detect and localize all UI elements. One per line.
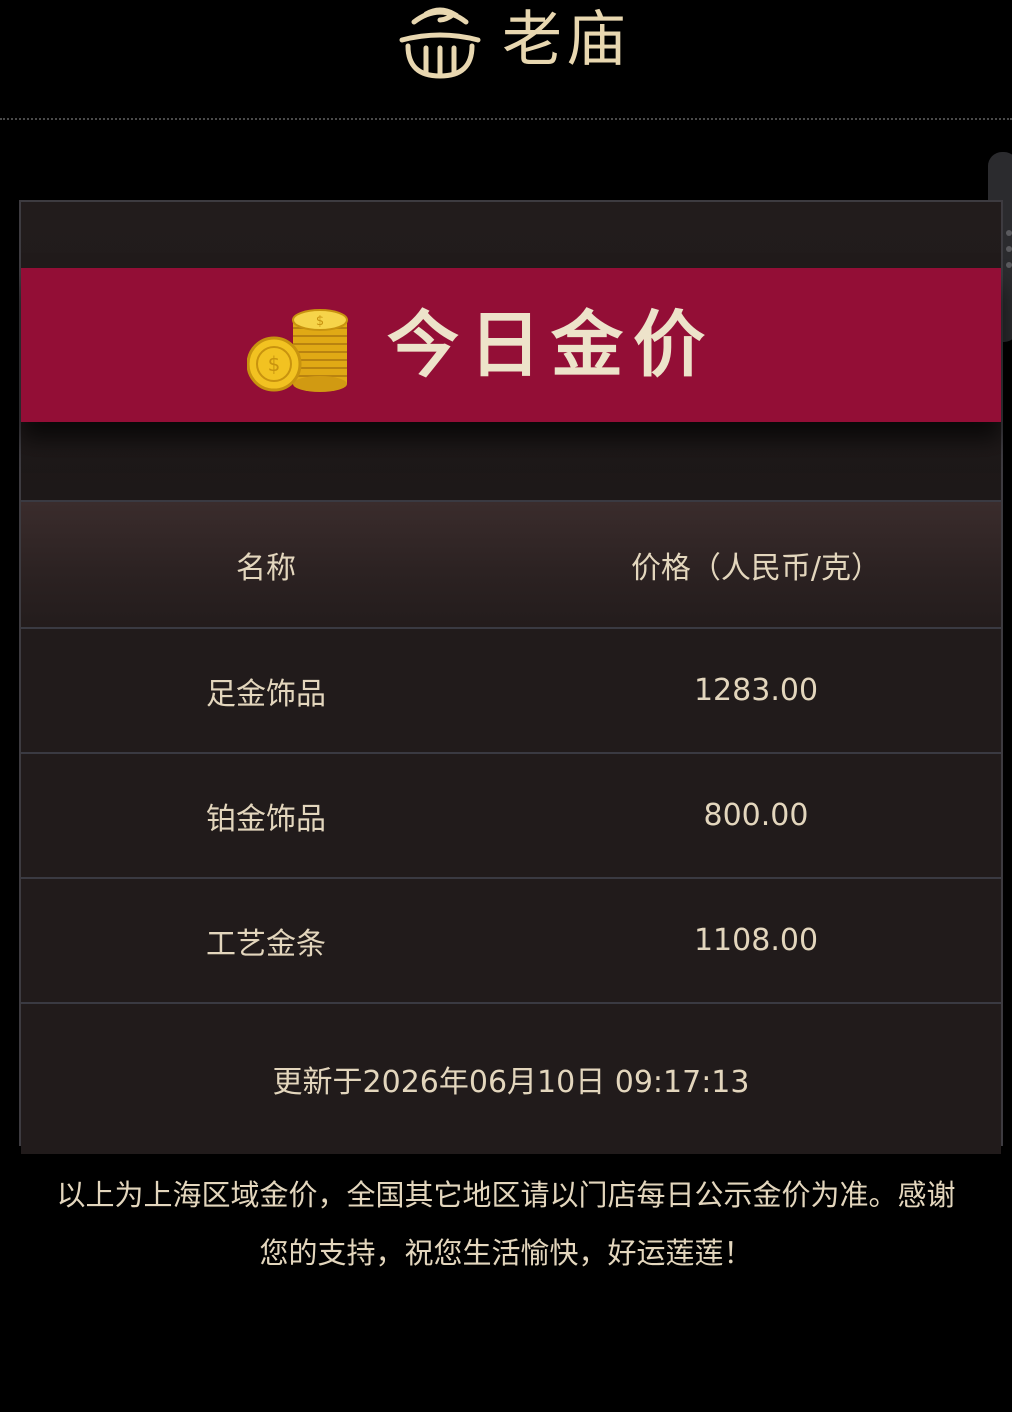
table-row: 工艺金条 1108.00 bbox=[21, 879, 1001, 1004]
temple-roof-logo-icon bbox=[399, 7, 481, 79]
banner-title: 今日金价 bbox=[387, 303, 716, 387]
price-table: 名称 价格（人民币/克） 足金饰品 1283.00 铂金饰品 800.00 工艺… bbox=[21, 500, 1001, 1154]
grip-dot bbox=[1006, 230, 1012, 236]
column-header-name: 名称 bbox=[236, 550, 296, 586]
brand-name: 老庙 bbox=[502, 5, 630, 75]
svg-text:$: $ bbox=[268, 352, 281, 376]
product-price: 1283.00 bbox=[693, 673, 819, 708]
price-notice: 以上为上海区域金价，全国其它地区请以门店每日公示金价为准。感谢 您的支持，祝您生… bbox=[10, 1166, 1002, 1282]
grip-dot bbox=[1006, 262, 1012, 268]
grip-dot bbox=[1006, 246, 1012, 252]
column-header-price: 价格（人民币/克） bbox=[630, 550, 882, 586]
page: 老庙 $ $ 今日金价 名称 价格（人民币/克） 足金饰品 1283.00 铂金… bbox=[0, 0, 1012, 1412]
table-row: 铂金饰品 800.00 bbox=[21, 754, 1001, 879]
table-header-row: 名称 价格（人民币/克） bbox=[21, 500, 1001, 629]
gold-coins-icon: $ $ bbox=[247, 309, 348, 392]
notice-line: 以上为上海区域金价，全国其它地区请以门店每日公示金价为准。感谢 bbox=[56, 1178, 956, 1212]
update-row: 更新于2026年06月10日 09:17:13 bbox=[21, 1004, 1001, 1154]
brand-logo[interactable]: 老庙 bbox=[394, 0, 630, 80]
product-name: 足金饰品 bbox=[206, 676, 326, 712]
product-price: 800.00 bbox=[703, 798, 809, 833]
gold-price-card: $ $ 今日金价 名称 价格（人民币/克） 足金饰品 1283.00 铂金饰品 … bbox=[19, 200, 1003, 1154]
banner-area: $ $ 今日金价 bbox=[21, 202, 1001, 500]
product-name: 铂金饰品 bbox=[206, 801, 326, 837]
svg-text:$: $ bbox=[316, 314, 324, 329]
header: 老庙 bbox=[0, 0, 1012, 118]
header-divider bbox=[0, 118, 1012, 120]
product-name: 工艺金条 bbox=[206, 926, 326, 962]
table-row: 足金饰品 1283.00 bbox=[21, 629, 1001, 754]
title-banner: $ $ 今日金价 bbox=[21, 268, 1001, 422]
notice-line: 您的支持，祝您生活愉快，好运莲莲！ bbox=[259, 1236, 753, 1270]
product-price: 1108.00 bbox=[693, 923, 819, 958]
update-timestamp: 更新于2026年06月10日 09:17:13 bbox=[272, 1065, 750, 1100]
